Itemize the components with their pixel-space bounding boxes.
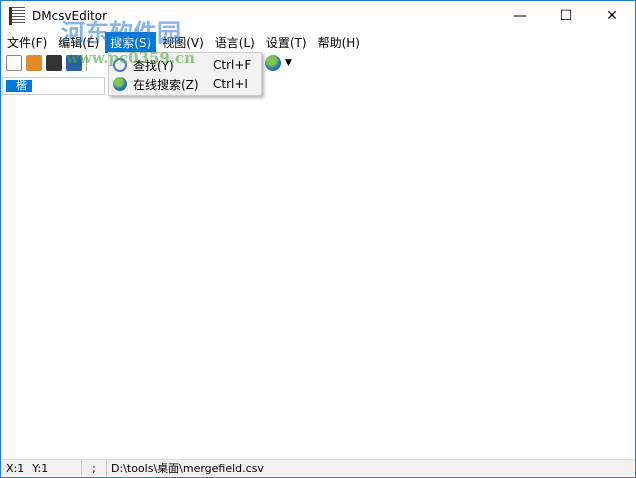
window-title: DMcsvEditor [32, 9, 108, 23]
toolbar: ▼ [2, 52, 634, 74]
menu-bar: 文件(F) 编辑(E) 搜索(S) 视图(V) 语言(L) 设置(T) 帮助(H… [2, 31, 634, 53]
menu-language[interactable]: 语言(L) [210, 32, 260, 53]
globe-icon [113, 77, 127, 91]
cell-editor[interactable]: 楷 [2, 77, 105, 95]
minimize-button[interactable]: — [497, 1, 543, 31]
menu-search[interactable]: 搜索(S) [105, 31, 157, 53]
menu-view[interactable]: 视图(V) [157, 32, 209, 53]
maximize-button[interactable]: ☐ [543, 1, 589, 31]
save-as-icon[interactable] [66, 55, 82, 71]
cursor-position: X:1 Y:1 [2, 460, 82, 476]
status-x: X:1 [6, 461, 25, 475]
status-file-path: D:\tools\桌面\mergefield.csv [111, 462, 264, 475]
menu-item-label: 查找(Y) [133, 58, 174, 73]
menu-item-find[interactable]: 查找(Y) Ctrl+F [109, 55, 261, 75]
open-file-icon[interactable] [26, 55, 42, 71]
menu-help[interactable]: 帮助(H) [313, 32, 365, 53]
status-bar: X:1 Y:1 ; D:\tools\桌面\mergefield.csv [2, 459, 634, 476]
menu-settings[interactable]: 设置(T) [261, 32, 312, 53]
menu-item-online-search[interactable]: 在线搜索(Z) Ctrl+I [109, 74, 261, 94]
magnifier-icon [113, 58, 127, 72]
menu-item-label: 在线搜索(Z) [133, 77, 199, 92]
toolbar-separator [86, 55, 87, 71]
title-bar: DMcsvEditor — ☐ ✕ [1, 1, 635, 31]
status-y: Y:1 [32, 461, 49, 475]
dropdown-arrow-icon[interactable]: ▼ [285, 58, 292, 68]
app-icon [9, 7, 25, 25]
menu-item-shortcut: Ctrl+F [213, 58, 252, 72]
save-icon[interactable] [46, 55, 62, 71]
menu-file[interactable]: 文件(F) [2, 32, 52, 53]
selected-cell[interactable]: 楷 [6, 80, 32, 92]
menu-item-shortcut: Ctrl+I [213, 77, 248, 91]
status-delimiter: ; [82, 460, 107, 476]
menu-edit[interactable]: 编辑(E) [53, 32, 104, 53]
close-button[interactable]: ✕ [589, 1, 635, 31]
app-window: DMcsvEditor — ☐ ✕ 文件(F) 编辑(E) 搜索(S) 视图(V… [0, 0, 636, 478]
search-menu-dropdown: 查找(Y) Ctrl+F 在线搜索(Z) Ctrl+I [108, 52, 262, 96]
new-file-icon[interactable] [6, 55, 22, 71]
globe-icon[interactable] [265, 55, 281, 71]
